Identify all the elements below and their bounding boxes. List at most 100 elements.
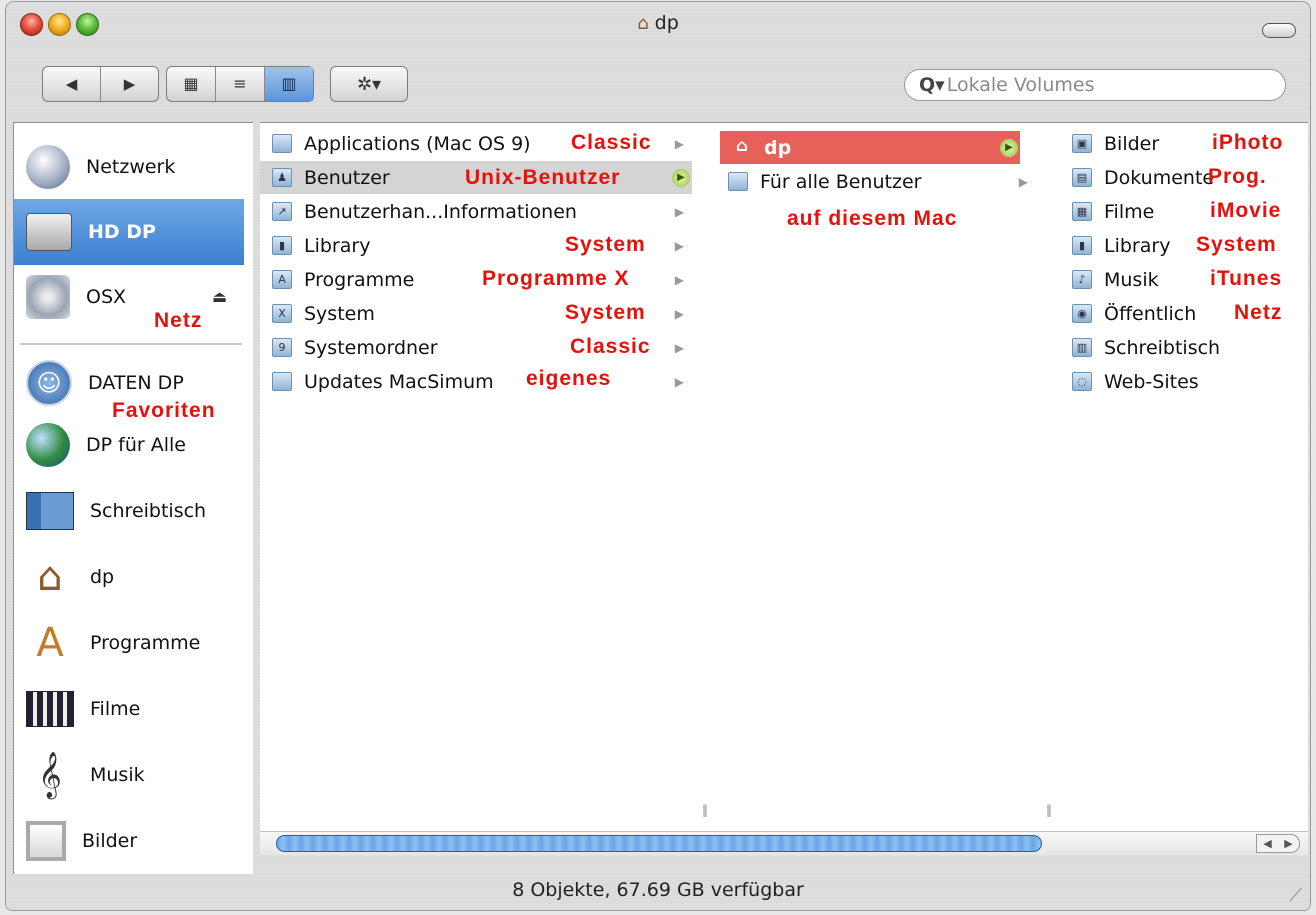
list-item[interactable]: Für alle Benutzer ▶ xyxy=(716,165,1036,198)
item-name: Filme xyxy=(1104,200,1155,223)
column-root: Applications (Mac OS 9) ▶ ♟ Benutzer ▶ ↗ Ben… xyxy=(260,123,693,831)
scroll-thumb[interactable] xyxy=(276,835,1042,852)
sidebar-item-label: OSX xyxy=(86,286,127,308)
sidebar-item-osx[interactable]: OSX xyxy=(14,267,244,327)
annotation-system: System xyxy=(1196,233,1277,256)
annotation-imovie: iMovie xyxy=(1210,199,1282,222)
item-name: Dokumente xyxy=(1104,166,1215,189)
annotation-prog: Prog. xyxy=(1208,165,1267,188)
annotation-programme-x: Programme X xyxy=(482,267,630,290)
home-icon: ⌂ xyxy=(37,554,63,600)
system9-folder-icon: 9 xyxy=(272,338,292,357)
disclosure-arrow-icon: ▶ xyxy=(1018,174,1028,189)
sidebar-item-musik[interactable]: 𝄞 Musik xyxy=(14,745,244,805)
item-name: Library xyxy=(1104,234,1171,257)
scroll-left-icon[interactable]: ◀ xyxy=(1263,837,1271,850)
icon-view-button[interactable]: ▦ xyxy=(167,67,215,101)
list-item[interactable]: ▥ Schreibtisch xyxy=(1060,331,1308,364)
annotation-auf-diesem-mac: auf diesem Mac xyxy=(787,207,958,230)
column-view-button[interactable]: ▥ xyxy=(265,67,313,101)
annotation-classic: Classic xyxy=(571,131,652,154)
disclosure-arrow-icon: ▶ xyxy=(672,168,690,187)
universal-access-icon: ☺ xyxy=(26,360,72,406)
home-icon: ⌂ xyxy=(637,13,649,34)
item-name: Web-Sites xyxy=(1104,370,1199,393)
list-item[interactable]: Updates MacSimum ▶ xyxy=(260,365,692,398)
sidebar-item-dp[interactable]: ⌂ dp xyxy=(14,547,244,607)
list-view-button[interactable]: ≡ xyxy=(216,67,264,101)
item-name: Library xyxy=(304,234,371,257)
home-icon: ⌂ xyxy=(735,136,749,156)
disclosure-arrow-icon: ▶ xyxy=(674,204,684,219)
documents-folder-icon: ▤ xyxy=(1072,168,1092,187)
sidebar-item-hd-dp[interactable]: HD DP xyxy=(14,199,244,265)
finder-window: ⌂ dp ◀ ▶ ▦ ≡ ▥ ✲▾ Q▾ Lokale Volumes Netzwe… xyxy=(6,2,1310,910)
column-resize-handle[interactable]: ‖ xyxy=(1036,123,1060,831)
item-name: Benutzerhan...Informationen xyxy=(304,200,577,223)
folder-icon xyxy=(272,372,292,391)
list-item[interactable]: ⌂ dp ▶ xyxy=(720,131,1020,164)
action-menu-button[interactable]: ✲▾ xyxy=(330,66,408,102)
library-folder-icon: ▮ xyxy=(272,236,292,255)
item-name: Programme xyxy=(304,268,415,291)
horizontal-scrollbar[interactable]: ◀ ▶ xyxy=(260,831,1308,855)
item-name: Benutzer xyxy=(304,166,390,189)
list-item[interactable]: ◌ Web-Sites xyxy=(1060,365,1308,398)
sidebar-item-programme[interactable]: A Programme xyxy=(14,613,244,673)
music-clef-icon: 𝄞 xyxy=(38,752,62,798)
scroll-arrows[interactable]: ◀ ▶ xyxy=(1256,834,1300,853)
sidebar-item-netzwerk[interactable]: Netzwerk xyxy=(14,137,244,197)
back-button[interactable]: ◀ xyxy=(43,75,100,93)
list-item[interactable]: ▤ Dokumente xyxy=(1060,161,1308,194)
back-forward-control: ◀ ▶ xyxy=(42,66,159,102)
annotation-unix-benutzer: Unix-Benutzer xyxy=(465,166,621,189)
clapperboard-icon xyxy=(26,691,74,727)
item-name: Bilder xyxy=(1104,132,1160,155)
sidebar-item-filme[interactable]: Filme xyxy=(14,679,244,739)
sidebar-item-label: Schreibtisch xyxy=(90,500,207,522)
search-icon[interactable]: Q▾ xyxy=(919,74,945,96)
folder-icon xyxy=(728,172,748,191)
music-folder-icon: ♪ xyxy=(1072,270,1092,289)
window-title-text: dp xyxy=(654,12,679,34)
sidebar-item-label: DP für Alle xyxy=(86,434,186,456)
annotation-iphoto: iPhoto xyxy=(1212,131,1284,154)
list-item[interactable]: ↗ Benutzerhan...Informationen ▶ xyxy=(260,195,692,228)
sidebar-item-dp-fuer-alle[interactable]: DP für Alle xyxy=(14,415,244,475)
forward-button[interactable]: ▶ xyxy=(101,75,158,93)
annotation-classic: Classic xyxy=(570,335,651,358)
library-folder-icon: ▮ xyxy=(1072,236,1092,255)
annotation-netz: Netz xyxy=(1234,301,1283,324)
cd-disc-icon xyxy=(26,275,70,319)
item-name: Für alle Benutzer xyxy=(760,170,922,193)
disclosure-arrow-icon: ▶ xyxy=(674,238,684,253)
sidebar-item-bilder[interactable]: Bilder xyxy=(14,811,244,871)
grip-icon: ‖ xyxy=(702,803,708,817)
sidebar-item-label: Musik xyxy=(90,764,145,786)
globe-icon xyxy=(26,423,70,467)
scroll-right-icon[interactable]: ▶ xyxy=(1284,837,1292,850)
hard-drive-icon xyxy=(26,213,72,251)
sidebar-item-schreibtisch[interactable]: Schreibtisch xyxy=(14,481,244,541)
desktop-icon xyxy=(26,492,74,530)
column-resize-handle[interactable]: ‖ xyxy=(692,123,716,831)
annotation-system: System xyxy=(565,301,646,324)
disclosure-arrow-icon: ▶ xyxy=(674,340,684,355)
disclosure-arrow-icon: ▶ xyxy=(674,136,684,151)
eject-icon[interactable]: ⏏ xyxy=(212,287,227,306)
resize-grip-icon[interactable]: ⟋ xyxy=(1289,885,1302,906)
sidebar-item-label: Programme xyxy=(90,632,201,654)
sidebar: Netzwerk HD DP OSX ⏏ Netz ☺ DATEN DP Fav… xyxy=(13,122,253,874)
movies-folder-icon: ▦ xyxy=(1072,202,1092,221)
disclosure-arrow-icon: ▶ xyxy=(1000,138,1018,157)
sidebar-item-label: Filme xyxy=(90,698,141,720)
disclosure-arrow-icon: ▶ xyxy=(674,306,684,321)
public-folder-icon: ◉ xyxy=(1072,304,1092,323)
search-field[interactable]: Q▾ Lokale Volumes xyxy=(904,69,1286,101)
column-browser: Applications (Mac OS 9) ▶ ♟ Benutzer ▶ ↗ Ben… xyxy=(260,122,1308,855)
item-name: Systemordner xyxy=(304,336,438,359)
toolbar-toggle-button[interactable] xyxy=(1262,23,1296,38)
title-bar[interactable]: ⌂ dp ◀ ▶ ▦ ≡ ▥ ✲▾ Q▾ Lokale Volumes xyxy=(6,2,1310,114)
grip-icon: ‖ xyxy=(1046,803,1052,817)
column-benutzer: ⌂ dp ▶ Für alle Benutzer ▶ auf diesem Mac xyxy=(716,123,1037,831)
